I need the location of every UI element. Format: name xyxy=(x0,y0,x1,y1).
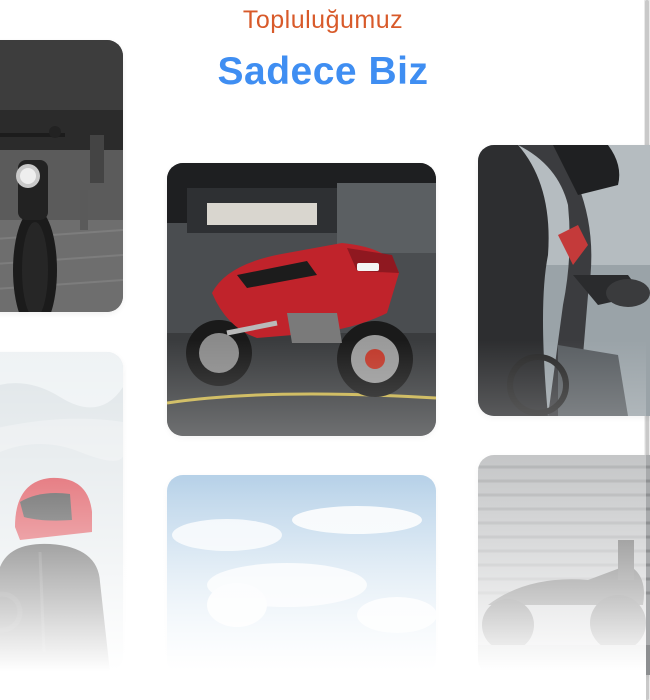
sky-clouds-photo[interactable] xyxy=(167,475,436,675)
garage-door-motorcycle-photo[interactable] xyxy=(478,455,650,675)
red-sport-motorcycle-image xyxy=(167,163,436,436)
rider-closeup-photo[interactable] xyxy=(478,145,650,416)
cruiser-motorcycle-image xyxy=(0,40,123,312)
garage-door-motorcycle-image xyxy=(478,455,650,675)
rider-closeup-image xyxy=(478,145,650,416)
red-helmet-rider-image xyxy=(0,352,123,672)
cruiser-motorcycle-photo[interactable] xyxy=(0,40,123,312)
sky-clouds-image xyxy=(167,475,436,675)
red-sport-motorcycle-photo[interactable] xyxy=(167,163,436,436)
red-helmet-rider-photo[interactable] xyxy=(0,352,123,672)
section-eyebrow: Topluluğumuz xyxy=(242,6,404,34)
